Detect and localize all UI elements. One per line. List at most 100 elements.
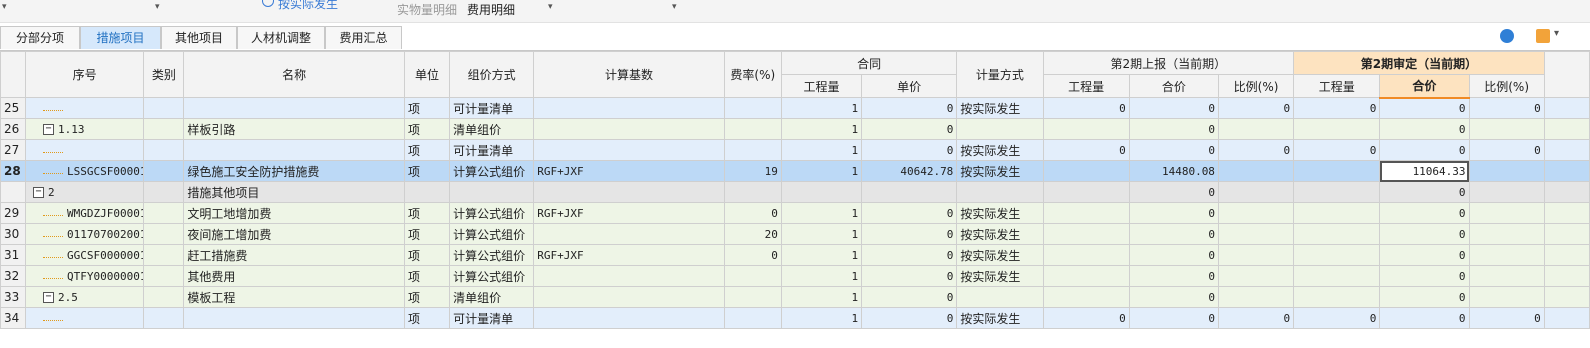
calc-cell[interactable] — [956, 181, 1044, 203]
chevron-down-icon[interactable]: ▾ — [548, 2, 553, 12]
extra-cell[interactable] — [1543, 118, 1590, 140]
seq-cell[interactable]: 011707002001 — [25, 223, 145, 245]
rep-ratio-cell[interactable]: 0 — [1217, 139, 1295, 161]
base-cell[interactable] — [533, 307, 725, 329]
aud-qty-cell[interactable] — [1293, 244, 1381, 266]
rep-total-cell[interactable]: 0 — [1128, 202, 1219, 224]
chevron-down-icon[interactable]: ▾ — [672, 2, 677, 12]
aud-total-cell[interactable]: 0 — [1379, 223, 1470, 245]
aud-ratio-cell[interactable] — [1468, 181, 1545, 203]
seq-cell[interactable]: WMGDZJF00001 — [25, 202, 145, 224]
calc-cell[interactable]: 按实际发生 — [956, 307, 1044, 329]
unit-cell[interactable]: 项 — [403, 244, 451, 266]
extra-cell[interactable] — [1543, 244, 1590, 266]
aud-total-cell[interactable]: 0 — [1379, 97, 1470, 119]
col-qty[interactable]: 工程量 — [780, 74, 863, 98]
rep-qty-cell[interactable]: 0 — [1042, 139, 1130, 161]
chevron-down-icon[interactable]: ▾ — [1554, 28, 1559, 39]
col-rep-ratio[interactable]: 比例(%) — [1217, 74, 1295, 98]
price-cell[interactable]: 40642.78 — [861, 160, 958, 182]
extra-cell[interactable] — [1543, 97, 1590, 119]
rep-qty-cell[interactable] — [1042, 202, 1130, 224]
aud-qty-cell[interactable]: 0 — [1293, 139, 1381, 161]
detail-select[interactable]: 费用明细 — [467, 1, 515, 18]
rate-cell[interactable] — [723, 265, 782, 287]
qty-cell[interactable]: 1 — [780, 265, 863, 287]
aud-total-cell[interactable]: 0 — [1379, 139, 1470, 161]
collapse-icon[interactable]: − — [43, 292, 55, 303]
qty-cell[interactable]: 1 — [780, 139, 863, 161]
pricing-cell[interactable]: 计算公式组价 — [449, 160, 535, 182]
aud-total-cell[interactable]: 0 — [1379, 181, 1470, 203]
rep-qty-cell[interactable] — [1042, 244, 1130, 266]
type-cell[interactable] — [143, 139, 185, 161]
col-price[interactable]: 单价 — [861, 74, 958, 98]
type-cell[interactable] — [143, 223, 185, 245]
qty-cell[interactable]: 1 — [780, 118, 863, 140]
type-cell[interactable] — [143, 118, 185, 140]
aud-qty-cell[interactable] — [1293, 181, 1381, 203]
tab-cost-summary[interactable]: 费用汇总 — [325, 26, 402, 49]
table-row[interactable]: 34 项可计量清单 1 0 按实际发生 0 0 0 0 0 0 — [0, 307, 1590, 329]
aud-ratio-cell[interactable] — [1468, 286, 1545, 308]
table-row[interactable]: 28 LSSGCSF00001 绿色施工安全防护措施费项计算公式组价 RGF+JXF 1… — [0, 160, 1590, 182]
row-number[interactable] — [0, 181, 27, 203]
row-number[interactable]: 28 — [0, 160, 27, 182]
col-type[interactable]: 类别 — [143, 51, 185, 98]
unit-cell[interactable]: 项 — [403, 118, 451, 140]
name-cell[interactable] — [183, 139, 405, 161]
base-cell[interactable]: RGF+JXF — [533, 160, 725, 182]
seq-cell[interactable] — [25, 97, 145, 119]
type-cell[interactable] — [143, 244, 185, 266]
col-pricing[interactable]: 组价方式 — [449, 51, 535, 98]
aud-ratio-cell[interactable] — [1468, 244, 1545, 266]
rep-ratio-cell[interactable] — [1217, 286, 1295, 308]
table-row[interactable]: 29 WMGDZJF00001 文明工地增加费项计算公式组价 RGF+JXF 0 1 0 按实… — [0, 202, 1590, 224]
unit-cell[interactable]: 项 — [403, 307, 451, 329]
rep-ratio-cell[interactable] — [1217, 181, 1295, 203]
seq-cell[interactable] — [25, 139, 145, 161]
price-cell[interactable]: 0 — [861, 139, 958, 161]
table-row[interactable]: 32 QTFY00000001 其他费用项计算公式组价 1 0 按实际发生 0 0 — [0, 265, 1590, 287]
table-row[interactable]: 25 项可计量清单 1 0 按实际发生 0 0 0 0 0 0 — [0, 97, 1590, 119]
rep-ratio-cell[interactable] — [1217, 244, 1295, 266]
rep-total-cell[interactable]: 0 — [1128, 244, 1219, 266]
aud-qty-cell[interactable] — [1293, 118, 1381, 140]
price-cell[interactable]: 0 — [861, 202, 958, 224]
seq-cell[interactable] — [25, 307, 145, 329]
calc-cell[interactable]: 按实际发生 — [956, 160, 1044, 182]
aud-total-cell[interactable]: 0 — [1379, 202, 1470, 224]
aud-total-cell[interactable]: 0 — [1379, 244, 1470, 266]
aud-qty-cell[interactable] — [1293, 265, 1381, 287]
rate-cell[interactable]: 0 — [723, 202, 782, 224]
col-rep-qty[interactable]: 工程量 — [1042, 74, 1130, 98]
table-row[interactable]: 33−2.5 模板工程项清单组价 1 0 0 0 — [0, 286, 1590, 308]
rep-total-cell[interactable]: 0 — [1128, 286, 1219, 308]
rep-qty-cell[interactable] — [1042, 118, 1130, 140]
rep-ratio-cell[interactable]: 0 — [1217, 97, 1295, 119]
rep-qty-cell[interactable] — [1042, 286, 1130, 308]
extra-cell[interactable] — [1543, 181, 1590, 203]
dropdown-caret-icon[interactable]: ▾ — [155, 2, 160, 12]
price-cell[interactable]: 0 — [861, 307, 958, 329]
rep-qty-cell[interactable]: 0 — [1042, 97, 1130, 119]
aud-qty-cell[interactable] — [1293, 160, 1381, 182]
pricing-cell[interactable]: 计算公式组价 — [449, 265, 535, 287]
aud-total-cell[interactable]: 11064.33 — [1379, 160, 1470, 182]
qty-cell[interactable]: 1 — [780, 202, 863, 224]
qty-cell[interactable]: 1 — [780, 244, 863, 266]
unit-cell[interactable]: 项 — [403, 160, 451, 182]
seq-cell[interactable]: −1.13 — [25, 118, 145, 140]
price-cell[interactable]: 0 — [861, 265, 958, 287]
col-rep-total[interactable]: 合价 — [1128, 74, 1219, 98]
aud-total-cell[interactable]: 0 — [1379, 286, 1470, 308]
qty-cell[interactable] — [780, 181, 863, 203]
rep-qty-cell[interactable] — [1042, 181, 1130, 203]
row-number[interactable]: 32 — [0, 265, 27, 287]
name-cell[interactable] — [183, 307, 405, 329]
col-unit[interactable]: 单位 — [403, 51, 451, 98]
rate-cell[interactable] — [723, 118, 782, 140]
rep-total-cell[interactable]: 0 — [1128, 118, 1219, 140]
tab-fbfx[interactable]: 分部分项 — [0, 26, 80, 49]
unit-cell[interactable]: 项 — [403, 223, 451, 245]
